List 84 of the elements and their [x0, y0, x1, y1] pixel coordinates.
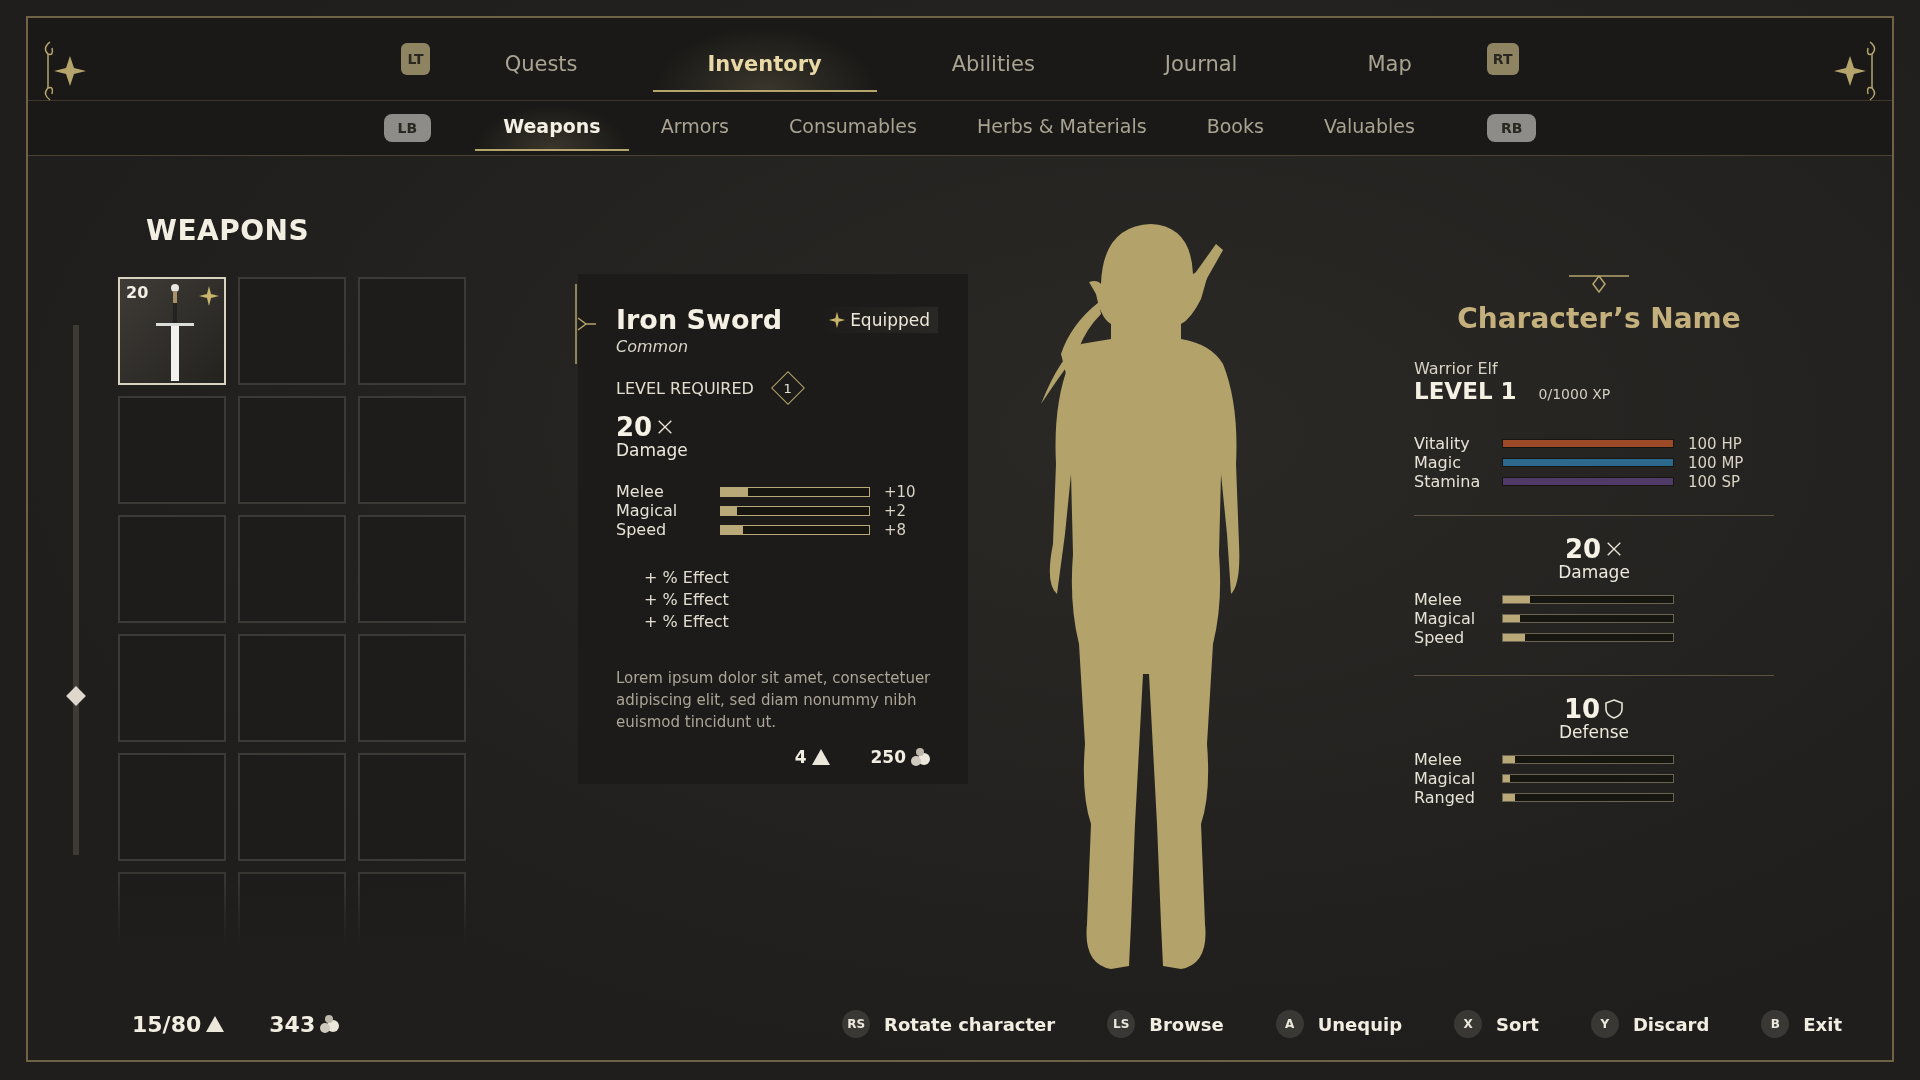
- effect-line: + % Effect: [644, 589, 730, 611]
- stat-value: 100 HP: [1687, 434, 1743, 453]
- item-rarity: Common: [616, 337, 690, 356]
- ornament-icon: [1569, 274, 1629, 294]
- category-tab[interactable]: Consumables: [761, 105, 945, 151]
- item-count: 20: [126, 283, 149, 302]
- stat-label: Melee: [1414, 590, 1463, 609]
- inventory-slot[interactable]: [238, 515, 346, 623]
- stat-label: Melee: [1414, 750, 1463, 769]
- inventory-slot[interactable]: [118, 396, 226, 504]
- stat-label: Magic: [1414, 453, 1462, 472]
- stat-label: Ranged: [1414, 788, 1476, 807]
- stat-value: +2: [883, 501, 908, 520]
- coins-icon: [910, 747, 932, 767]
- inventory-slot[interactable]: [358, 515, 466, 623]
- category-tab[interactable]: Herbs & Materials: [948, 105, 1175, 151]
- damage-value: 20: [616, 414, 653, 440]
- stat-value: 100 SP: [1687, 472, 1741, 491]
- stat-label: Vitality: [1414, 434, 1471, 453]
- weight-icon: [810, 748, 831, 766]
- bumper-button[interactable]: RB: [1486, 114, 1537, 142]
- action-hint-button[interactable]: X Sort: [1448, 1009, 1545, 1039]
- nav-tab[interactable]: Map: [1312, 26, 1467, 92]
- character-name: Character’s Name: [1456, 302, 1742, 335]
- stat-value: 100 MP: [1687, 453, 1745, 472]
- equipped-label: Equipped: [850, 309, 930, 330]
- inventory-slot[interactable]: [238, 753, 346, 861]
- character-level: LEVEL 1: [1414, 378, 1517, 404]
- action-hint-button[interactable]: B Exit: [1755, 1009, 1848, 1039]
- inventory-slot[interactable]: [358, 753, 466, 861]
- category-tab[interactable]: Books: [1178, 105, 1292, 151]
- item-name: Iron Sword: [616, 304, 783, 335]
- character-class: Warrior Elf: [1414, 359, 1499, 378]
- inventory-slot[interactable]: [238, 396, 346, 504]
- inventory-slot[interactable]: [358, 634, 466, 742]
- inventory-slot[interactable]: [358, 277, 466, 385]
- effect-line: + % Effect: [644, 567, 730, 589]
- stat-value: +8: [883, 520, 908, 539]
- damage-label: Damage: [1558, 562, 1630, 582]
- bumper-button[interactable]: LB: [383, 114, 432, 142]
- nav-tab[interactable]: Abilities: [896, 26, 1090, 92]
- price-value: 250: [870, 747, 906, 767]
- coins-icon: [319, 1014, 342, 1034]
- inventory-slot[interactable]: [118, 515, 226, 623]
- weight-icon: [205, 1015, 226, 1033]
- nav-tab[interactable]: Journal: [1109, 26, 1293, 92]
- bumper-button[interactable]: LT: [401, 43, 430, 75]
- damage-label: Damage: [616, 440, 689, 460]
- stat-label: Speed: [616, 520, 668, 539]
- bumper-button[interactable]: RT: [1486, 43, 1519, 75]
- level-required-label: LEVEL REQUIRED: [616, 378, 754, 398]
- stat-label: Melee: [616, 482, 665, 501]
- item-description: Lorem ipsum dolor sit amet, consectetuer adipiscing elit, sed diam nonummy nibh euismod tincidunt ut.: [616, 668, 932, 733]
- inventory-slot[interactable]: [238, 277, 346, 385]
- shield-icon: [1604, 698, 1625, 720]
- section-title: WEAPONS: [146, 214, 311, 247]
- stat-value: +10: [883, 482, 917, 501]
- stat-label: Speed: [1414, 628, 1466, 647]
- category-tab[interactable]: Valuables: [1295, 105, 1443, 151]
- weight-value: 4: [794, 747, 807, 767]
- ornament-icon: [574, 284, 598, 364]
- stat-label: Magical: [616, 501, 679, 520]
- inventory-slot[interactable]: [118, 753, 226, 861]
- scrollbar[interactable]: [64, 325, 88, 855]
- category-tab[interactable]: Armors: [632, 105, 757, 151]
- action-hint-button[interactable]: LS Browse: [1101, 1009, 1230, 1039]
- inventory-slot[interactable]: [358, 396, 466, 504]
- stat-label: Stamina: [1414, 472, 1482, 491]
- coin-count: 343: [269, 1011, 316, 1037]
- defense-value: 10: [1563, 696, 1601, 722]
- defense-label: Defense: [1558, 722, 1630, 742]
- damage-value: 20: [1564, 536, 1602, 562]
- inventory-slot[interactable]: [118, 634, 226, 742]
- action-hint-button[interactable]: A Unequip: [1269, 1009, 1409, 1039]
- inventory-slot[interactable]: [238, 634, 346, 742]
- effect-line: + % Effect: [644, 611, 730, 633]
- stat-label: Magical: [1414, 769, 1477, 788]
- action-hint-button[interactable]: RS Rotate character: [836, 1009, 1062, 1039]
- nav-tab[interactable]: Quests: [449, 26, 633, 92]
- capacity-count: 15/80: [132, 1011, 202, 1037]
- xp-text: 0/1000 XP: [1538, 386, 1611, 402]
- action-hint-button[interactable]: Y Discard: [1584, 1009, 1716, 1039]
- stat-label: Magical: [1414, 609, 1477, 628]
- inventory-slot[interactable]: 20: [118, 277, 226, 385]
